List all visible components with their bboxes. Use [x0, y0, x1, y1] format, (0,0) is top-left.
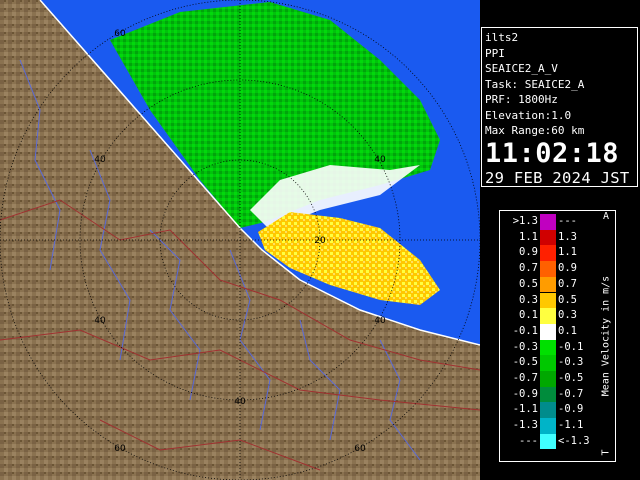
- range-label: 20: [314, 236, 326, 246]
- legend-unit-label: Mean Velocity in m/s: [600, 275, 612, 397]
- legend-left-label: -0.1: [512, 324, 538, 337]
- legend-left-label: >1.3: [512, 215, 538, 227]
- prf-value: PRF: 1800Hz: [485, 93, 558, 106]
- legend-left-label: 0.9: [519, 246, 538, 259]
- legend-swatch: [540, 371, 556, 387]
- legend-bottom-marker: T: [600, 449, 612, 456]
- legend-swatch: [540, 323, 556, 340]
- velocity-legend: >1.3 --- 1.1 1.3 0.9 1.1 0.7 0.9 0.5 0.7 0.3 0.5 0.1…: [499, 210, 616, 462]
- legend-right-label: -0.3: [558, 356, 584, 369]
- legend-right-label: <-1.3: [558, 434, 590, 447]
- legend-right-label: 0.3: [558, 309, 577, 322]
- max-range-value: Max Range:60 km: [485, 124, 585, 137]
- legend-left-label: -1.1: [512, 403, 538, 416]
- legend-right-label: 0.7: [558, 277, 577, 290]
- legend-top-marker: A: [603, 211, 610, 222]
- legend-swatch: [540, 214, 556, 230]
- range-label-east: 40: [374, 316, 386, 326]
- legend-left-label: 0.1: [519, 309, 538, 322]
- legend-swatch: [540, 229, 556, 246]
- legend-left-label: -0.3: [512, 340, 538, 353]
- radar-name: ilts2: [485, 31, 519, 44]
- legend-left-label: 0.5: [519, 277, 538, 290]
- legend-left-label: -0.5: [512, 356, 538, 369]
- legend-swatch: [540, 245, 556, 262]
- elevation-value: Elevation:1.0: [485, 108, 572, 122]
- legend-right-label: 0.5: [558, 293, 577, 306]
- legend-left-label: -0.9: [512, 387, 538, 400]
- legend-swatch: [540, 386, 556, 403]
- legend-right-label: -0.1: [558, 340, 584, 353]
- legend-right-label: -0.9: [558, 403, 584, 416]
- range-label: 40: [94, 155, 106, 165]
- legend-right-label: -0.7: [558, 387, 584, 400]
- legend-left-label: 0.7: [519, 262, 538, 275]
- legend-swatch: [540, 433, 556, 450]
- range-label: 40: [234, 397, 246, 407]
- radar-ppi-display: 20 40 60 40 40 40 60 60 40: [0, 0, 480, 480]
- legend-swatch: [540, 402, 556, 419]
- legend-swatch: [540, 292, 556, 309]
- legend-left-label: -0.7: [512, 372, 538, 384]
- scan-time: 11:02:18: [485, 137, 620, 169]
- legend-swatch: [540, 339, 556, 356]
- legend-left-label: 0.3: [519, 293, 538, 306]
- legend-swatch: [540, 355, 556, 371]
- info-panel: ilts2 PPI SEAICE2_A_V Task: SEAICE2_A PR…: [481, 27, 638, 187]
- legend-right-label: -0.5: [558, 372, 584, 384]
- legend-left-label: -1.3: [512, 419, 538, 432]
- legend-left-label: 1.1: [519, 230, 538, 243]
- product-name: SEAICE2_A_V: [485, 62, 558, 75]
- scan-date: 29 FEB 2024 JST: [485, 168, 630, 187]
- range-label: 60: [114, 444, 126, 454]
- legend-right-label: 0.9: [558, 262, 577, 275]
- legend-right-label: 1.1: [558, 246, 577, 259]
- legend-right-label: -1.1: [558, 419, 584, 432]
- legend-swatch: [540, 261, 556, 277]
- legend-swatch: [540, 308, 556, 324]
- legend-right-label: 0.1: [558, 324, 577, 337]
- task-name: Task: SEAICE2_A: [485, 77, 585, 91]
- legend-right-label: ---: [558, 215, 577, 227]
- legend-swatch: [540, 418, 556, 434]
- legend-swatch: [540, 276, 556, 293]
- range-label: 40: [374, 155, 386, 165]
- range-label: 60: [354, 444, 366, 454]
- range-label: 40: [94, 316, 106, 326]
- legend-right-label: 1.3: [558, 230, 577, 243]
- range-label: 60: [114, 29, 126, 39]
- legend-left-label: ---: [519, 434, 538, 447]
- scan-mode: PPI: [485, 46, 505, 60]
